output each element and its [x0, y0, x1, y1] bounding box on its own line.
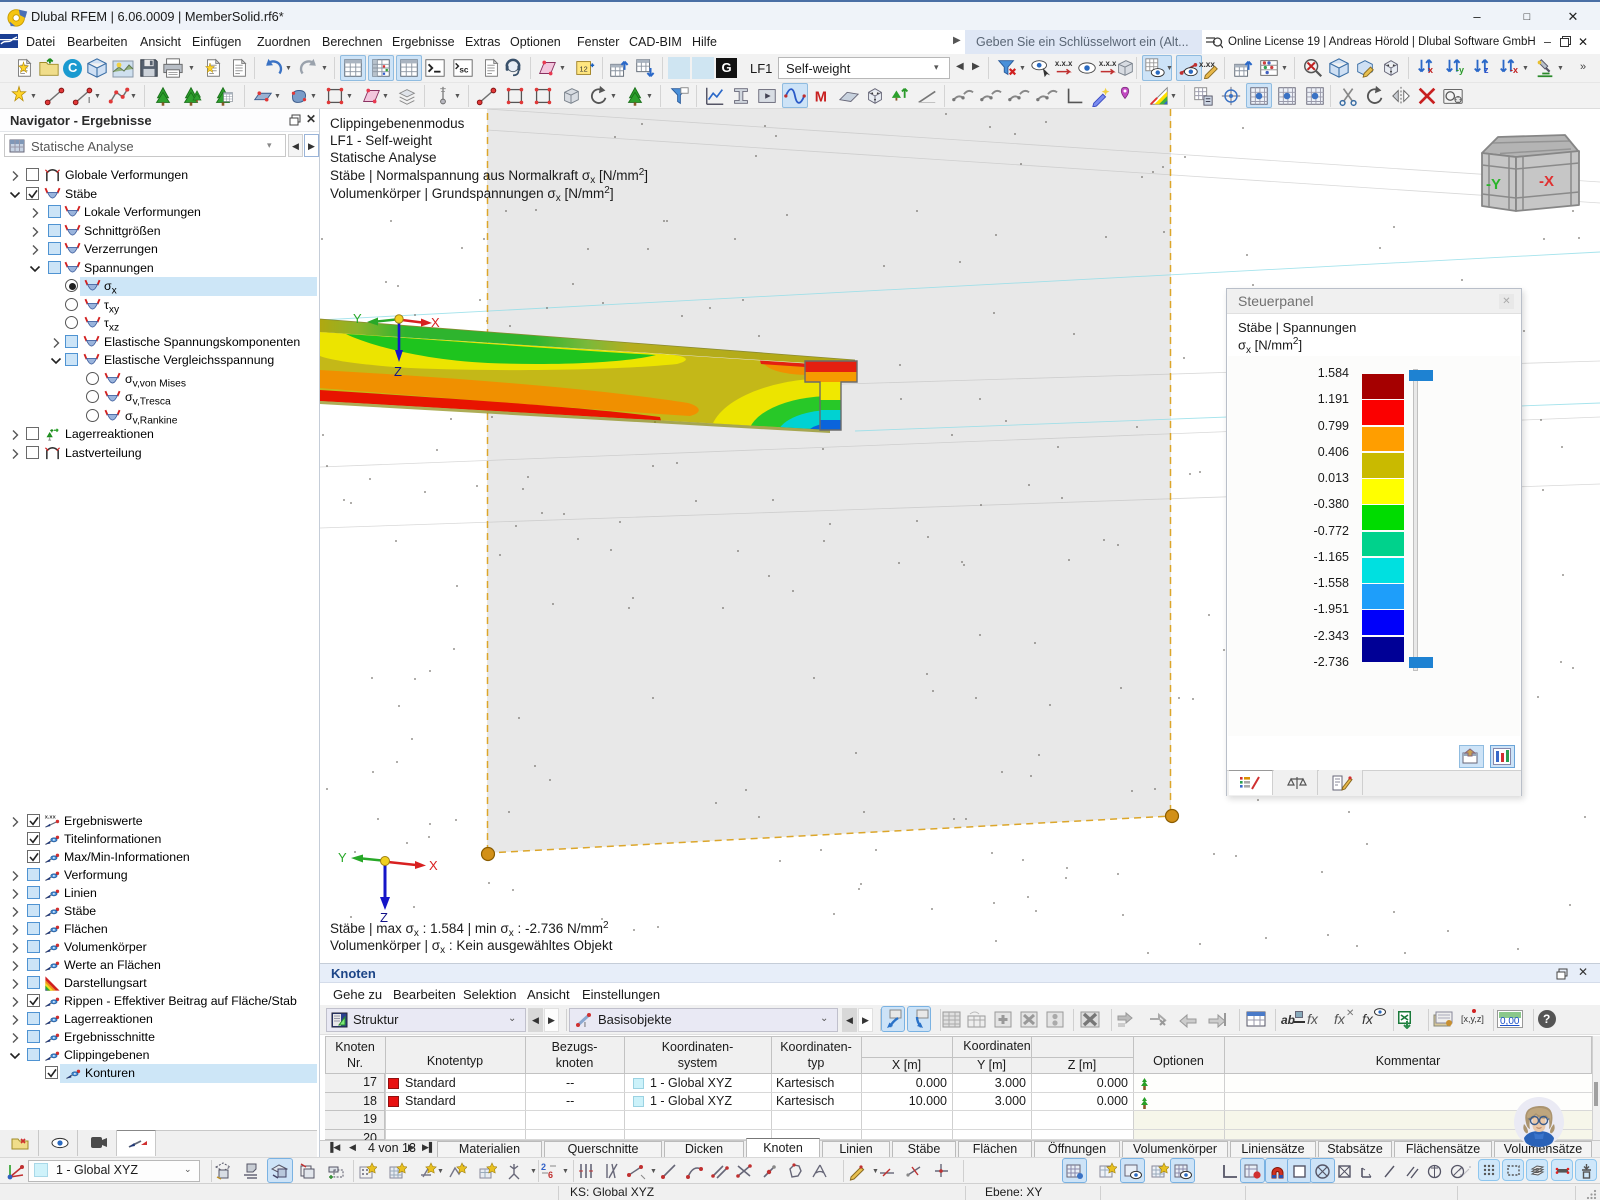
svg-text:-X: -X	[1539, 173, 1554, 190]
svg-text:-Y: -Y	[1486, 176, 1501, 193]
svg-text:Z: Z	[394, 364, 402, 379]
svg-text:Clippingebenenmodus: Clippingebenenmodus	[330, 116, 465, 131]
svg-text:Statische Analyse: Statische Analyse	[330, 150, 437, 165]
svg-text:X: X	[431, 315, 440, 330]
svg-text:6: 6	[548, 1170, 553, 1180]
svg-text:2: 2	[541, 1162, 546, 1172]
svg-text:LF1 - Self-weight: LF1 - Self-weight	[330, 133, 432, 148]
svg-text:X: X	[429, 858, 438, 873]
svg-text:Y: Y	[353, 311, 362, 326]
svg-text:Y: Y	[338, 850, 347, 865]
svg-text:I: I	[584, 1022, 586, 1029]
